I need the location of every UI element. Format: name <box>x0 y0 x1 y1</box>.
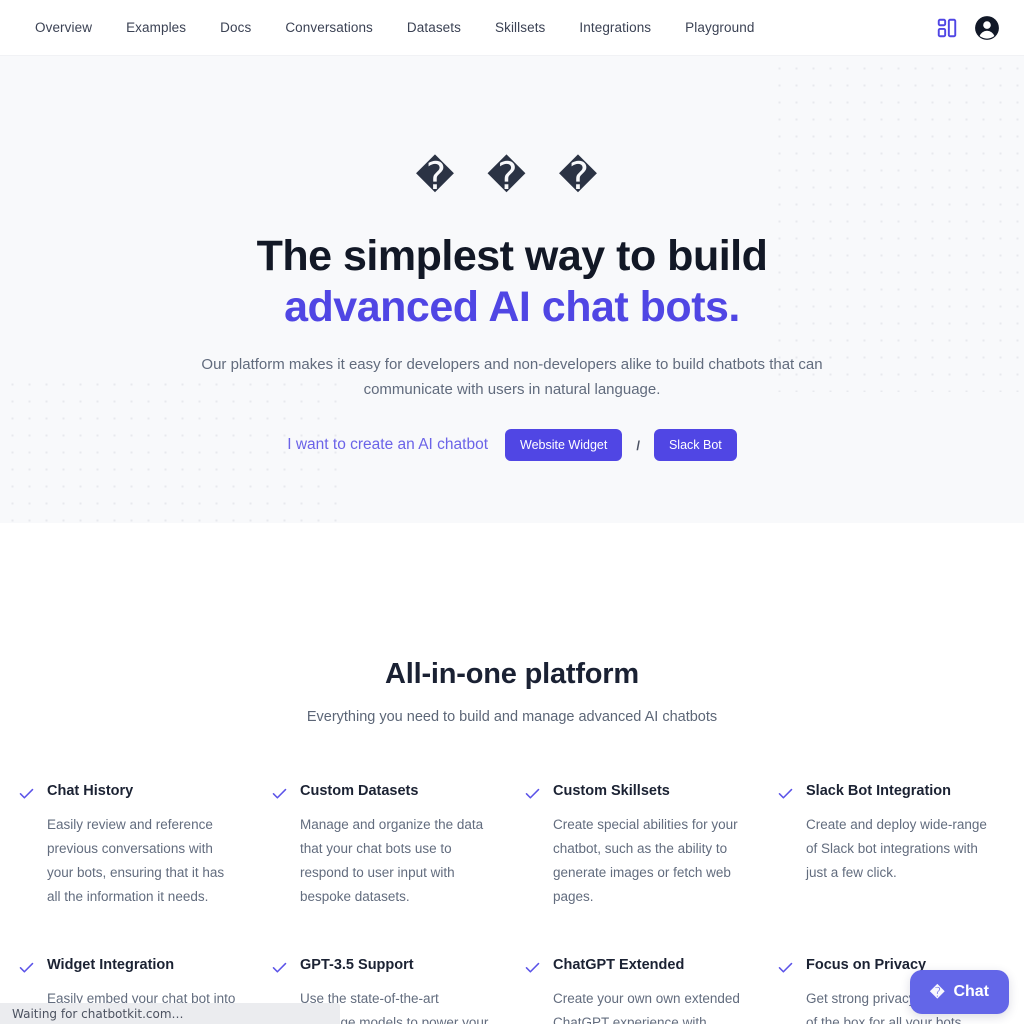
feature-description: Create special abilities for your chatbo… <box>553 816 738 904</box>
nav-item-overview[interactable]: Overview <box>18 14 109 41</box>
features-header: All-in-one platform Everything you need … <box>0 523 1024 725</box>
hero-emoji-placeholders: � � � <box>415 156 609 198</box>
hero-title-line-1: The simplest way to build <box>256 232 768 280</box>
chat-bubble-icon: � <box>930 983 945 1000</box>
browser-status-bar: Waiting for chatbotkit.com… <box>0 1003 340 1024</box>
slack-bot-button[interactable]: Slack Bot <box>653 429 737 462</box>
hero-section: � � � The simplest way to build advanced… <box>0 56 1024 523</box>
cta-prompt-text: I want to create an AI chatbot <box>287 436 489 454</box>
feature-grid: Chat History Easily review and reference… <box>0 782 1024 1024</box>
feature-title: ChatGPT Extended <box>553 956 685 973</box>
feature-title: Widget Integration <box>47 956 175 973</box>
feature-description: Create and deploy wide-range of Slack bo… <box>806 816 987 880</box>
cta-separator: / <box>636 437 640 453</box>
check-icon <box>272 962 287 973</box>
check-icon <box>525 788 540 799</box>
status-bar-text: Waiting for chatbotkit.com… <box>12 1006 184 1021</box>
nav-item-playground[interactable]: Playground <box>668 14 771 41</box>
feature-card: Custom Skillsets Create special abilitie… <box>524 782 753 909</box>
feature-description: Easily review and reference previous con… <box>47 816 225 904</box>
check-icon <box>778 962 793 973</box>
nav-item-skillsets[interactable]: Skillsets <box>478 14 562 41</box>
nav-links: Overview Examples Docs Conversations Dat… <box>18 14 771 41</box>
website-widget-button[interactable]: Website Widget <box>505 429 623 462</box>
feature-card: Slack Bot Integration Create and deploy … <box>777 782 1006 909</box>
top-navigation-bar: Overview Examples Docs Conversations Dat… <box>0 0 1024 56</box>
nav-item-docs[interactable]: Docs <box>203 14 268 41</box>
nav-item-conversations[interactable]: Conversations <box>268 14 390 41</box>
hero-title: The simplest way to build advanced AI ch… <box>257 231 768 332</box>
dashboard-grid-icon[interactable] <box>936 17 958 39</box>
user-avatar-icon[interactable] <box>974 15 1000 41</box>
nav-item-examples[interactable]: Examples <box>109 14 203 41</box>
check-icon <box>19 788 34 799</box>
feature-card: Chat History Easily review and reference… <box>18 782 247 909</box>
hero-subtitle: Our platform makes it easy for developer… <box>201 356 823 398</box>
hero-cta-row: I want to create an AI chatbot Website W… <box>287 429 737 462</box>
features-section: All-in-one platform Everything you need … <box>0 523 1024 1024</box>
nav-item-integrations[interactable]: Integrations <box>562 14 668 41</box>
features-subtitle: Everything you need to build and manage … <box>306 709 718 725</box>
features-title: All-in-one platform <box>385 658 639 690</box>
check-icon <box>525 962 540 973</box>
feature-title: Custom Datasets <box>300 783 419 799</box>
chat-widget-button[interactable]: � Chat <box>910 970 1009 1014</box>
feature-title: GPT-3.5 Support <box>300 956 414 973</box>
check-icon <box>778 788 793 799</box>
feature-description: Manage and organize the data that your c… <box>300 816 484 904</box>
hero-title-line-2: advanced AI chat bots. <box>284 282 740 331</box>
check-icon <box>19 962 34 973</box>
feature-title: Custom Skillsets <box>553 783 670 799</box>
feature-card: ChatGPT Extended Create your own own ext… <box>524 956 753 1024</box>
feature-card: Custom Datasets Manage and organize the … <box>271 782 500 909</box>
feature-description: Create your own own extended ChatGPT exp… <box>553 990 740 1024</box>
feature-title: Chat History <box>47 783 134 799</box>
chat-widget-label: Chat <box>953 983 989 1000</box>
nav-right-actions <box>936 15 1000 41</box>
check-icon <box>272 788 287 799</box>
nav-item-datasets[interactable]: Datasets <box>390 14 478 41</box>
feature-title: Slack Bot Integration <box>806 783 952 799</box>
